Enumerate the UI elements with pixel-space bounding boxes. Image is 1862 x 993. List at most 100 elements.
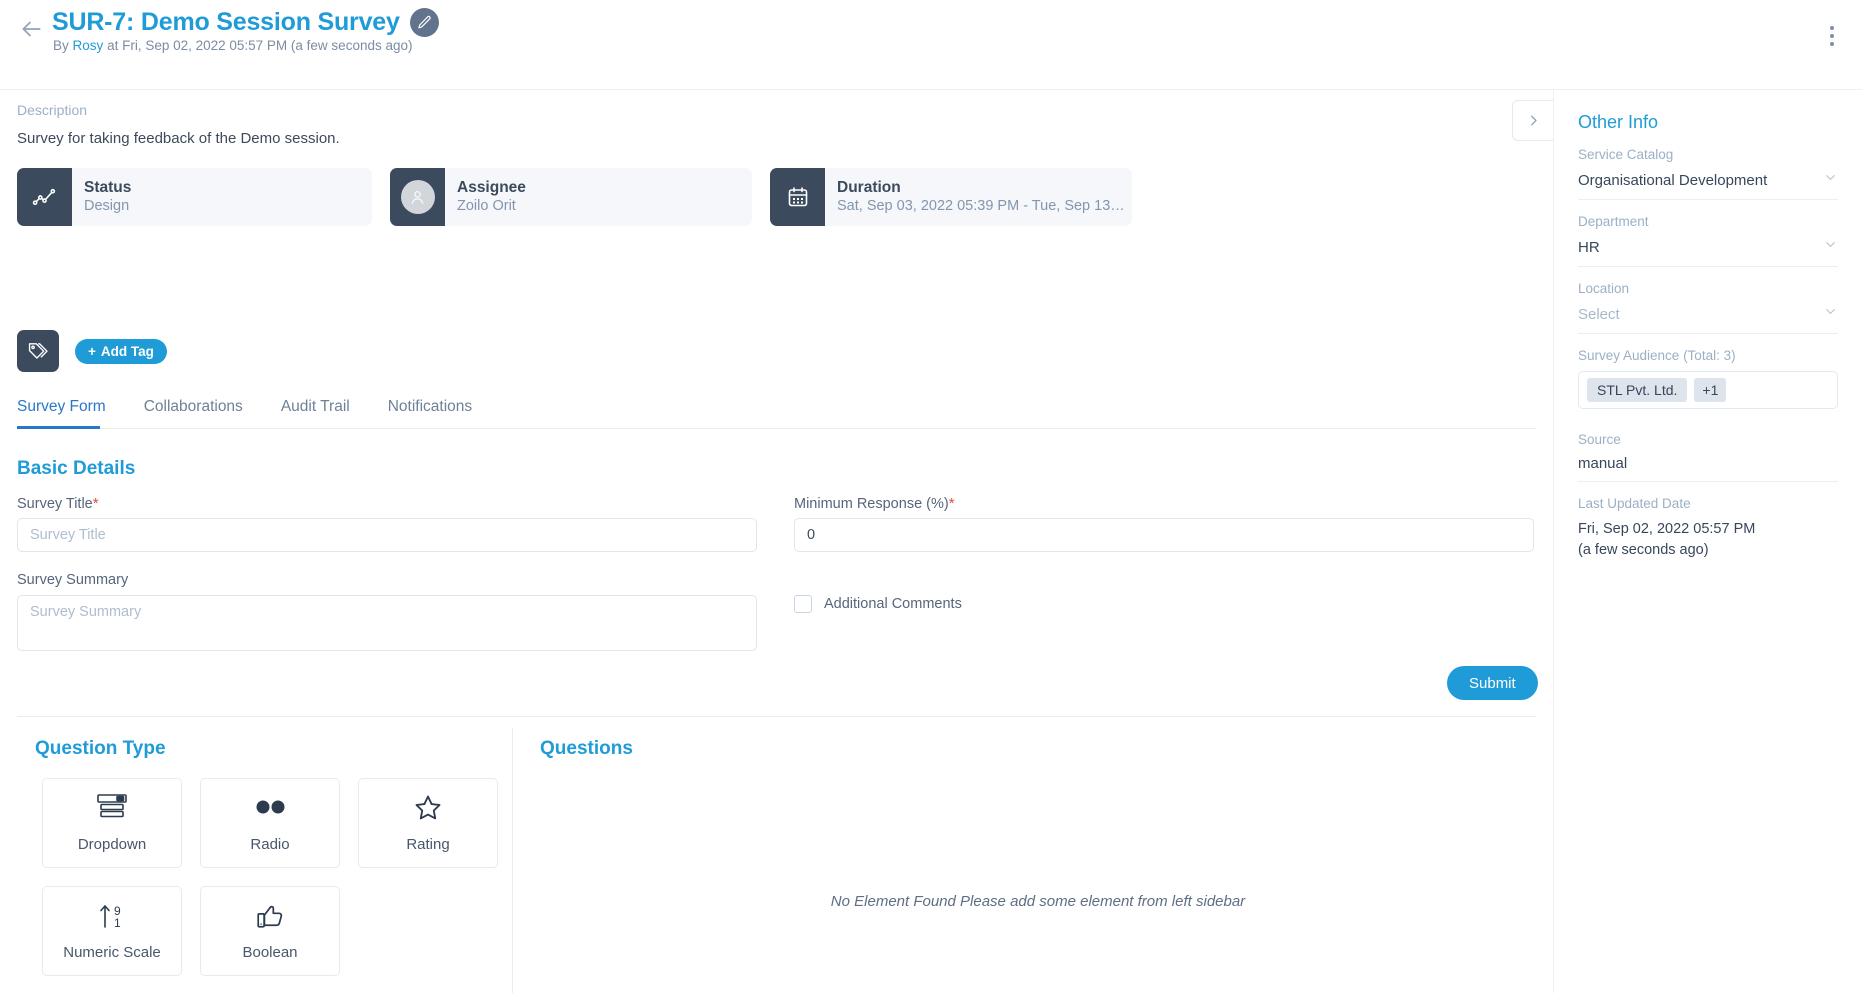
last-updated-value: Fri, Sep 02, 2022 05:57 PM — [1578, 521, 1756, 537]
question-type-label: Numeric Scale — [63, 944, 161, 961]
survey-detail-page: SUR-7: Demo Session Survey By Rosy at Fr… — [0, 0, 1862, 993]
back-arrow-icon[interactable] — [18, 16, 44, 42]
byline-suffix: at Fri, Sep 02, 2022 05:57 PM (a few sec… — [107, 38, 413, 53]
byline: By Rosy at Fri, Sep 02, 2022 05:57 PM (a… — [53, 38, 413, 53]
svg-text:1: 1 — [114, 916, 121, 930]
min-response-label: Minimum Response (%)* — [794, 495, 955, 512]
add-tag-plus: + — [88, 343, 96, 359]
submit-button[interactable]: Submit — [1447, 666, 1538, 700]
min-response-field-wrap — [794, 518, 1534, 552]
main-content: Description Survey for taking feedback o… — [0, 90, 1553, 993]
additional-comments-checkbox-row[interactable]: Additional Comments — [794, 595, 962, 613]
info-card-group: Status Design Assignee Zoilo Orit Durati… — [17, 168, 1132, 226]
thumbs-up-icon — [255, 901, 285, 936]
audience-more-chip[interactable]: +1 — [1694, 378, 1727, 402]
add-tag-button[interactable]: + Add Tag — [75, 338, 167, 364]
duration-card-title: Duration — [837, 178, 901, 196]
user-avatar-icon — [390, 168, 445, 226]
tag-icon[interactable] — [17, 330, 59, 372]
assignee-card-title: Assignee — [457, 178, 526, 196]
chevron-down-icon — [1823, 170, 1838, 190]
edit-title-button[interactable] — [409, 8, 439, 37]
survey-summary-field-wrap — [17, 595, 757, 656]
last-updated-group: Last Updated Date Fri, Sep 02, 2022 05:5… — [1578, 496, 1838, 570]
other-info-title: Other Info — [1578, 112, 1659, 132]
question-type-label: Rating — [406, 836, 450, 853]
questions-empty-message: No Element Found Please add some element… — [830, 893, 1246, 910]
survey-summary-textarea[interactable] — [17, 595, 757, 651]
tab-collaborations[interactable]: Collaborations — [144, 392, 259, 428]
numeric-scale-icon: 9 1 — [95, 901, 129, 936]
question-type-label: Dropdown — [77, 836, 147, 853]
survey-audience-label: Survey Audience (Total: 3) — [1578, 348, 1736, 363]
question-type-numeric-scale[interactable]: 9 1 Numeric Scale — [42, 886, 182, 976]
department-select[interactable]: HR — [1578, 237, 1838, 257]
question-type-radio[interactable]: Radio — [200, 778, 340, 868]
duration-card-value: Sat, Sep 03, 2022 05:39 PM - Tue, Sep 13… — [837, 198, 1125, 215]
source-group: Source manual — [1578, 432, 1838, 482]
survey-summary-label: Survey Summary — [17, 572, 129, 588]
questions-title: Questions — [540, 738, 633, 759]
min-response-input[interactable] — [794, 518, 1534, 552]
service-catalog-value: Organisational Development — [1578, 171, 1768, 189]
department-label: Department — [1578, 214, 1649, 229]
chevron-right-icon[interactable] — [1512, 100, 1553, 141]
survey-audience-box[interactable]: STL Pvt. Ltd. +1 — [1578, 371, 1838, 409]
additional-comments-checkbox[interactable] — [794, 595, 812, 613]
department-value: HR — [1578, 238, 1600, 256]
tab-audit-trail[interactable]: Audit Trail — [281, 392, 366, 428]
description-label: Description — [17, 102, 88, 118]
assignee-card[interactable]: Assignee Zoilo Orit — [390, 168, 752, 226]
last-updated-label: Last Updated Date — [1578, 496, 1691, 511]
status-card-value: Design — [84, 198, 130, 215]
tab-notifications[interactable]: Notifications — [388, 392, 488, 428]
additional-comments-label: Additional Comments — [824, 596, 962, 612]
required-marker: * — [92, 495, 99, 512]
duration-card[interactable]: Duration Sat, Sep 03, 2022 05:39 PM - Tu… — [770, 168, 1132, 226]
star-icon — [413, 793, 443, 828]
tab-bar: Survey Form Collaborations Audit Trail N… — [17, 392, 1536, 429]
department-group: Department HR — [1578, 214, 1838, 267]
location-label: Location — [1578, 281, 1630, 296]
required-marker: * — [948, 495, 955, 512]
byline-author[interactable]: Rosy — [73, 38, 104, 53]
audience-chip[interactable]: STL Pvt. Ltd. — [1587, 378, 1688, 402]
page-title: SUR-7: Demo Session Survey — [52, 8, 400, 36]
other-info-panel: Other Info Service Catalog Organisationa… — [1553, 90, 1862, 993]
question-type-title: Question Type — [35, 738, 166, 759]
question-type-rating[interactable]: Rating — [358, 778, 498, 868]
add-tag-label: Add Tag — [100, 343, 154, 359]
question-type-panel: Question Type Dropdown Radio Rating 9 1 … — [17, 728, 513, 993]
chevron-down-icon — [1823, 304, 1838, 324]
source-label: Source — [1578, 432, 1621, 447]
question-type-dropdown[interactable]: Dropdown — [42, 778, 182, 868]
survey-title-label-text: Survey Title — [17, 496, 93, 512]
chart-line-icon — [17, 168, 72, 226]
question-type-label: Boolean — [242, 944, 298, 961]
kebab-menu-icon[interactable] — [1820, 22, 1844, 50]
status-card[interactable]: Status Design — [17, 168, 372, 226]
min-response-label-text: Minimum Response (%) — [794, 496, 949, 512]
byline-prefix: By — [53, 38, 69, 53]
page-header: SUR-7: Demo Session Survey By Rosy at Fr… — [0, 0, 1862, 90]
status-card-title: Status — [84, 178, 132, 196]
questions-panel: Questions No Element Found Please add so… — [540, 728, 1536, 993]
question-type-label: Radio — [250, 836, 290, 853]
avatar — [400, 180, 435, 214]
calendar-icon — [770, 168, 825, 226]
tag-row: + Add Tag — [17, 330, 167, 372]
status-card-body: Status Design — [72, 168, 145, 226]
question-type-boolean[interactable]: Boolean — [200, 886, 340, 976]
survey-title-label: Survey Title* — [17, 495, 99, 512]
tab-survey-form[interactable]: Survey Form — [17, 392, 122, 429]
survey-title-input[interactable] — [17, 518, 757, 552]
service-catalog-select[interactable]: Organisational Development — [1578, 170, 1838, 190]
section-divider — [17, 716, 1536, 717]
location-select[interactable]: Select — [1578, 304, 1838, 324]
assignee-card-value: Zoilo Orit — [457, 198, 516, 215]
location-group: Location Select — [1578, 281, 1838, 334]
question-type-grid: Dropdown Radio Rating 9 1 Numeric Scale … — [42, 778, 498, 976]
service-catalog-group: Service Catalog Organisational Developme… — [1578, 147, 1838, 200]
assignee-card-body: Assignee Zoilo Orit — [445, 168, 540, 226]
title-row: SUR-7: Demo Session Survey — [52, 8, 439, 37]
